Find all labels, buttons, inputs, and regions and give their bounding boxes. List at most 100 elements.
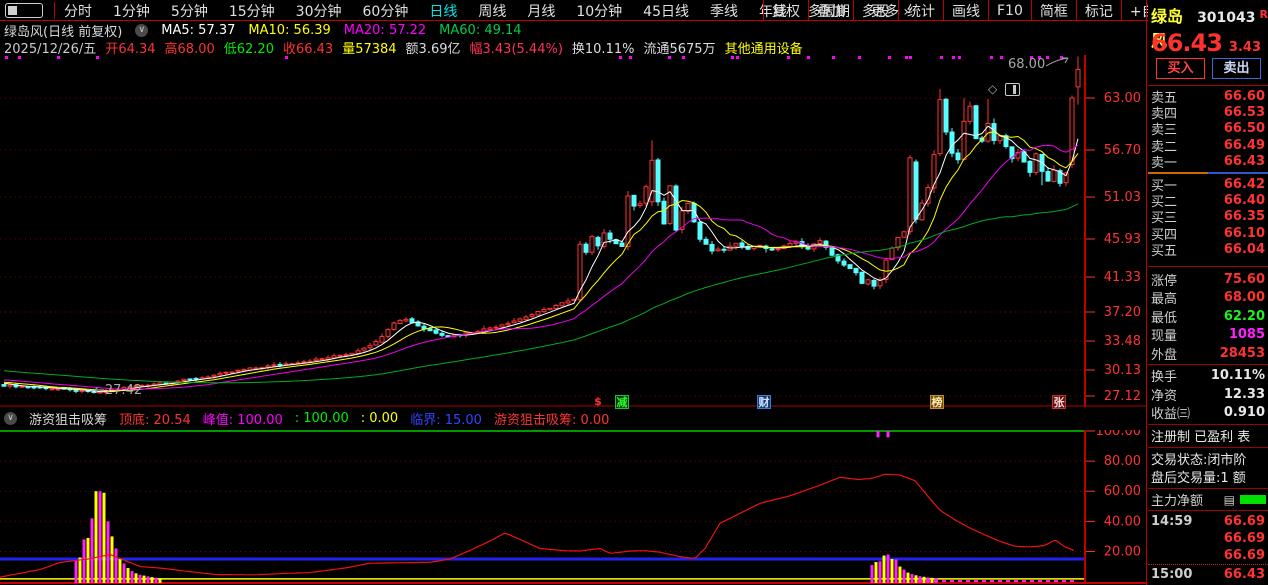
status-line: 注册制 已盈利 表 <box>1148 427 1268 444</box>
menu-item-简框[interactable]: 简框 <box>1031 0 1076 21</box>
ohlc-segment: 其他通用设备 <box>725 39 803 55</box>
menu-item-日线[interactable]: 日线 <box>429 1 457 21</box>
top-menu-bar: 分时1分钟5分钟15分钟30分钟60分钟日线周线月线10分钟45日线季线年线多周… <box>0 0 1268 21</box>
bid-row-1[interactable]: 买一66.42 <box>1148 176 1268 192</box>
indicator-chart[interactable]: 100.0080.0060.0040.0020.00 <box>0 430 1146 585</box>
row-value: 66.40 <box>1224 193 1265 208</box>
trading-terminal: 分时1分钟5分钟15分钟30分钟60分钟日线周线月线10分钟45日线季线年线多周… <box>0 0 1268 585</box>
event-marker-张[interactable]: 张 <box>1052 395 1066 409</box>
stat-涨停[interactable]: 涨停75.60 <box>1148 271 1268 288</box>
event-marker-榜[interactable]: 榜 <box>930 395 944 409</box>
event-marker-$[interactable]: $ <box>591 395 605 409</box>
diamond-icon[interactable]: ◇ <box>988 82 997 96</box>
status-line: 盘后交易量:1 额 <box>1148 468 1268 485</box>
row-value: 28453 <box>1220 346 1265 361</box>
stat-收益㈢[interactable]: 收益㈢0.910 <box>1148 404 1268 421</box>
menu-item-周线[interactable]: 周线 <box>478 1 506 21</box>
price-row: 66.43 3.43 5.44% <box>1151 29 1268 57</box>
chart-style-toggle-icon[interactable] <box>1005 83 1020 96</box>
status-text: 注册制 已盈利 表 <box>1151 426 1250 445</box>
ask-row-1[interactable]: 卖一66.43 <box>1148 154 1268 170</box>
ohlc-segment: 流通5675万 <box>643 39 715 55</box>
ohlc-bar: 2025/12/26/五开64.34高68.00低62.20收66.43量573… <box>4 39 1144 55</box>
menu-item-10分钟[interactable]: 10分钟 <box>576 1 622 21</box>
flow-bar <box>1240 495 1266 504</box>
menu-item-多股[interactable]: 多股 <box>853 0 898 21</box>
row-value: 66.35 <box>1224 209 1265 224</box>
chevron-down-icon[interactable]: ∨ <box>135 24 148 37</box>
stat-净资[interactable]: 净资12.33 <box>1148 386 1268 403</box>
menu-item-60分钟[interactable]: 60分钟 <box>363 1 409 21</box>
ask-row-3[interactable]: 卖三66.50 <box>1148 121 1268 137</box>
bid-row-2[interactable]: 买二66.40 <box>1148 192 1268 208</box>
event-marker-财[interactable]: 财 <box>757 395 771 409</box>
toolbar-separator <box>54 2 55 19</box>
indicator-value: : 100.00 <box>295 411 349 426</box>
indicator-value: 峰值: 100.00 <box>203 409 283 428</box>
menu-item-45日线[interactable]: 45日线 <box>643 1 689 21</box>
panel-separator <box>1148 510 1268 511</box>
row-value: 68.00 <box>1224 290 1265 305</box>
stat-最高[interactable]: 最高68.00 <box>1148 289 1268 306</box>
bid-row-5[interactable]: 买五66.04 <box>1148 242 1268 258</box>
tick-price: 66.69 <box>1224 514 1265 529</box>
ask-row-4[interactable]: 卖四66.53 <box>1148 104 1268 120</box>
menu-item-1分钟[interactable]: 1分钟 <box>113 1 150 21</box>
high-price-annotation: 68.00 <box>1008 57 1045 72</box>
indicator-value: 游资狙击吸筹: 0.00 <box>494 409 609 428</box>
ma-value: MA60: 49.14 <box>439 23 521 38</box>
row-label: 现量 <box>1151 325 1177 344</box>
ma-value: MA5: 57.37 <box>161 23 235 38</box>
menu-item-标记[interactable]: 标记 <box>1076 0 1121 21</box>
window-layout-icon[interactable] <box>5 3 43 18</box>
menu-item-复权[interactable]: 复权 <box>763 0 808 21</box>
price-change: 3.43 <box>1229 40 1261 55</box>
chart-corner-tools: ◇ <box>988 82 1020 96</box>
ask-row-2[interactable]: 卖二66.49 <box>1148 137 1268 153</box>
ohlc-segment: 高68.00 <box>165 39 215 55</box>
svg-text:40.00: 40.00 <box>1104 514 1141 529</box>
svg-text:37.20: 37.20 <box>1104 305 1141 320</box>
main-flow-row[interactable]: 主力净额 ▤ <box>1148 491 1268 508</box>
stat-现量[interactable]: 现量1085 <box>1148 326 1268 343</box>
menu-item-F10[interactable]: F10 <box>988 0 1031 21</box>
stat-外盘[interactable]: 外盘28453 <box>1148 345 1268 362</box>
menu-item-叠加[interactable]: 叠加 <box>808 0 853 21</box>
chevron-down-icon[interactable]: ∨ <box>4 412 17 425</box>
main-candlestick-chart[interactable]: 63.0056.7051.0345.9341.3337.2033.4830.13… <box>0 55 1146 407</box>
bid-row-3[interactable]: 买三66.35 <box>1148 209 1268 225</box>
tick-time: 14:59 <box>1151 514 1192 529</box>
menu-item-统计[interactable]: 统计 <box>898 0 943 21</box>
indicator-value: : 0.00 <box>361 411 398 426</box>
row-label: 卖一 <box>1151 152 1177 171</box>
stat-最低[interactable]: 最低62.20 <box>1148 308 1268 325</box>
list-icon[interactable]: ▤ <box>1224 493 1235 507</box>
menu-item-15分钟[interactable]: 15分钟 <box>229 1 275 21</box>
trade-tick-row: 66.69 <box>1148 530 1268 546</box>
main-flow-label: 主力净额 <box>1151 490 1203 509</box>
sell-button[interactable]: 卖出 <box>1212 58 1261 79</box>
svg-text:80.00: 80.00 <box>1104 454 1141 469</box>
trade-tick-row: 14:59 66.69 <box>1148 513 1268 529</box>
svg-text:45.93: 45.93 <box>1104 232 1141 247</box>
status-text: 盘后交易量:1 额 <box>1151 467 1246 486</box>
stock-code: 301043 <box>1197 10 1255 26</box>
bid-row-4[interactable]: 买四66.10 <box>1148 225 1268 241</box>
menu-item-季线[interactable]: 季线 <box>710 1 738 21</box>
menu-item-画线[interactable]: 画线 <box>943 0 988 21</box>
ask-row-5[interactable]: 卖五66.60 <box>1148 88 1268 104</box>
menu-item-5分钟[interactable]: 5分钟 <box>171 1 208 21</box>
menu-item-分时[interactable]: 分时 <box>64 1 92 21</box>
ma-value: MA20: 57.22 <box>344 23 426 38</box>
svg-text:41.33: 41.33 <box>1104 270 1141 285</box>
indicator-value: 顶底: 20.54 <box>119 409 191 428</box>
tick-price: 66.43 <box>1224 567 1265 582</box>
tick-separator <box>1148 564 1268 565</box>
buy-button[interactable]: 买入 <box>1156 58 1205 79</box>
menu-item-月线[interactable]: 月线 <box>527 1 555 21</box>
info-bar: 绿岛风(日线 前复权) ∨ MA5: 57.37MA10: 56.39MA20:… <box>4 22 1144 39</box>
menu-item-30分钟[interactable]: 30分钟 <box>296 1 342 21</box>
stat-换手[interactable]: 换手10.11% <box>1148 367 1268 384</box>
ma-value: MA10: 56.39 <box>248 23 330 38</box>
event-marker-减[interactable]: 减 <box>615 395 629 409</box>
